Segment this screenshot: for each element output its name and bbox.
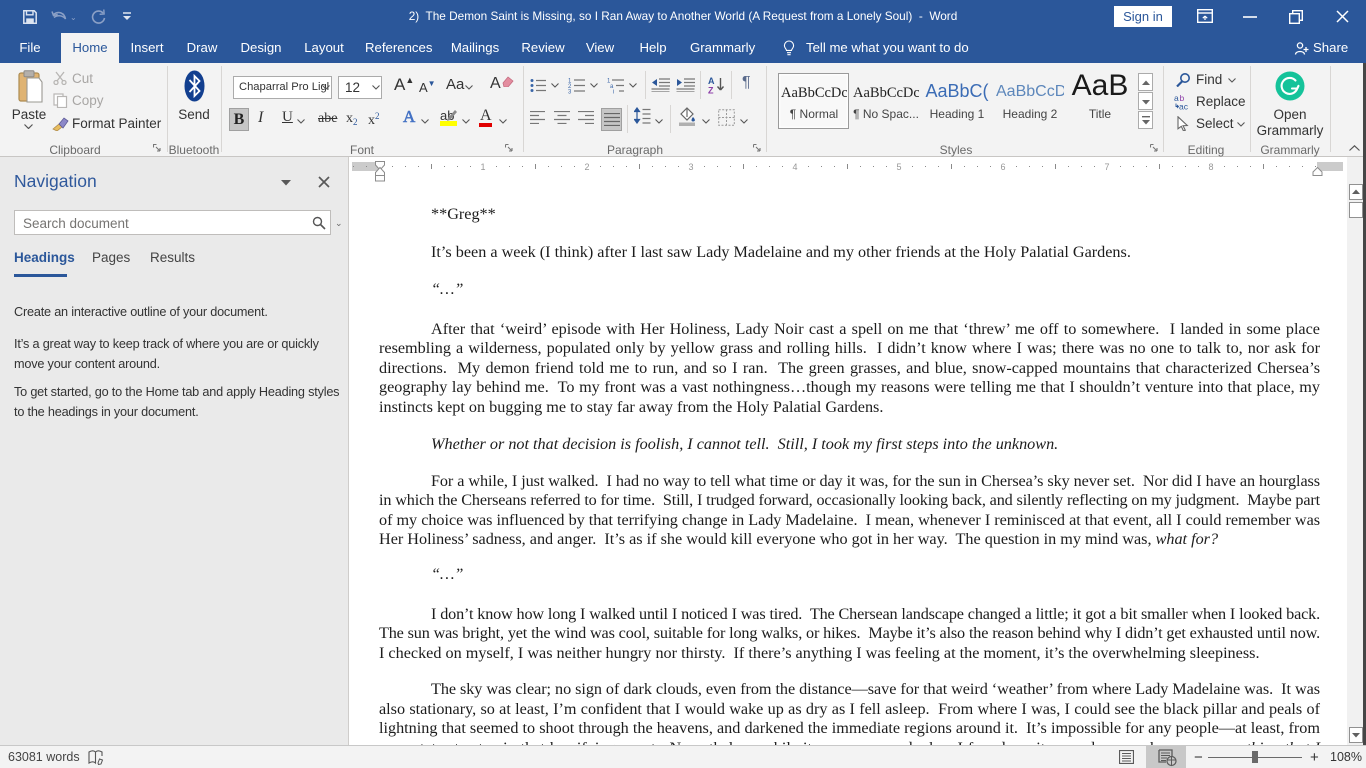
svg-text:Z: Z (708, 86, 714, 95)
svg-text:i: i (613, 90, 614, 95)
svg-text:ac: ac (1179, 102, 1189, 111)
svg-text:A: A (708, 76, 715, 86)
svg-text:3: 3 (568, 90, 572, 95)
